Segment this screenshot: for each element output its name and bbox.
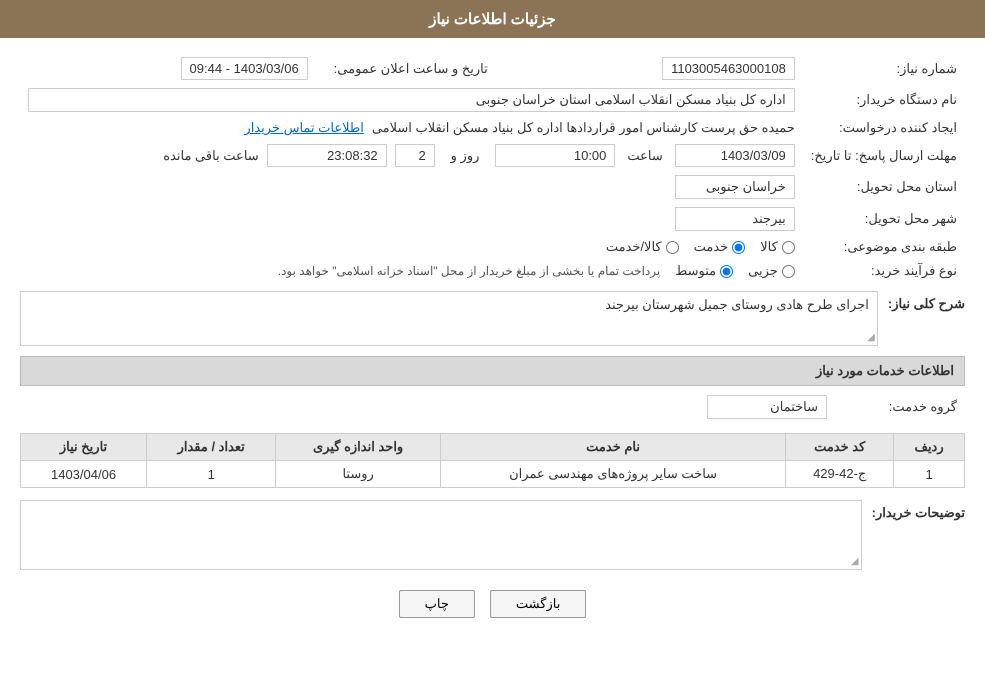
col-date: تاریخ نیاز	[21, 434, 147, 461]
cell-code: ج-42-429	[786, 461, 894, 488]
category-kala-label: کالا	[760, 239, 778, 255]
print-button[interactable]: چاپ	[399, 590, 475, 618]
date-announce-label: تاریخ و ساعت اعلان عمومی:	[316, 53, 496, 84]
category-kala-khadamat-label: کالا/خدمت	[606, 239, 662, 255]
category-radio-group: کالا خدمت کالا/خدمت	[28, 239, 795, 255]
time-label: ساعت	[627, 148, 662, 164]
resize-icon-2: ◢	[851, 556, 859, 567]
deadline-date: 1403/03/09	[675, 144, 795, 167]
deadline-time-remaining: 23:08:32	[267, 144, 387, 167]
city-value: بیرجند	[675, 207, 795, 231]
col-row: ردیف	[894, 434, 965, 461]
need-number-value: 1103005463000108	[662, 57, 795, 80]
creator-label: ایجاد کننده درخواست:	[803, 116, 965, 140]
purchase-motavaset-label: متوسط	[675, 263, 716, 279]
need-number-label: شماره نیاز:	[803, 53, 965, 84]
deadline-time: 10:00	[495, 144, 615, 167]
category-kala[interactable]: کالا	[760, 239, 795, 255]
service-group-label: گروه خدمت:	[835, 391, 965, 423]
buyer-org-value: اداره کل بنیاد مسکن انقلاب اسلامی استان …	[28, 88, 795, 112]
col-unit: واحد اندازه گیری	[276, 434, 441, 461]
days-label: روز و	[451, 148, 480, 164]
resize-icon: ◢	[867, 332, 875, 343]
description-label: شرح کلی نیاز:	[888, 291, 965, 312]
description-value: اجرای طرح هادی روستای جمیل شهرستان بیرجن…	[605, 297, 869, 312]
city-label: شهر محل تحویل:	[803, 203, 965, 235]
purchase-jozii[interactable]: جزیی	[748, 263, 795, 279]
category-label: طبقه بندی موضوعی:	[803, 235, 965, 259]
purchase-type-radio-group: جزیی متوسط	[675, 263, 795, 279]
page-header: جزئیات اطلاعات نیاز	[0, 0, 985, 38]
date-announce-value: 1403/03/06 - 09:44	[181, 57, 308, 80]
category-khadamat-label: خدمت	[694, 239, 729, 255]
services-table: ردیف کد خدمت نام خدمت واحد اندازه گیری ت…	[20, 433, 965, 488]
category-khadamat[interactable]: خدمت	[694, 239, 746, 255]
buttons-row: بازگشت چاپ	[20, 590, 965, 618]
back-button[interactable]: بازگشت	[490, 590, 586, 618]
page-title: جزئیات اطلاعات نیاز	[429, 11, 556, 28]
col-name: نام خدمت	[440, 434, 785, 461]
services-section-title: اطلاعات خدمات مورد نیاز	[816, 363, 954, 378]
purchase-type-label: نوع فرآیند خرید:	[803, 259, 965, 283]
province-value: خراسان جنوبی	[675, 175, 795, 199]
timer-label: ساعت باقی مانده	[163, 148, 258, 164]
province-label: استان محل تحویل:	[803, 171, 965, 203]
col-quantity: تعداد / مقدار	[147, 434, 276, 461]
creator-value: حمیده حق پرست کارشناس امور قراردادها ادا…	[372, 120, 795, 136]
purchase-type-note: پرداخت تمام یا بخشی از مبلغ خریدار از مح…	[278, 264, 661, 278]
buyer-org-label: نام دستگاه خریدار:	[803, 84, 965, 116]
service-group-value: ساختمان	[707, 395, 827, 419]
table-row: 1 ج-42-429 ساخت سایر پروژه‌های مهندسی عم…	[21, 461, 965, 488]
deadline-days: 2	[395, 144, 435, 167]
cell-name: ساخت سایر پروژه‌های مهندسی عمران	[440, 461, 785, 488]
cell-quantity: 1	[147, 461, 276, 488]
cell-unit: روستا	[276, 461, 441, 488]
purchase-jozii-label: جزیی	[748, 263, 778, 279]
category-kala-khadamat[interactable]: کالا/خدمت	[606, 239, 679, 255]
deadline-label: مهلت ارسال پاسخ: تا تاریخ:	[803, 140, 965, 171]
cell-date: 1403/04/06	[21, 461, 147, 488]
col-code: کد خدمت	[786, 434, 894, 461]
services-section-header: اطلاعات خدمات مورد نیاز	[20, 356, 965, 386]
cell-row: 1	[894, 461, 965, 488]
purchase-motavaset[interactable]: متوسط	[675, 263, 733, 279]
buyer-notes-label: توضیحات خریدار:	[872, 500, 965, 521]
creator-link[interactable]: اطلاعات تماس خریدار	[244, 120, 363, 136]
